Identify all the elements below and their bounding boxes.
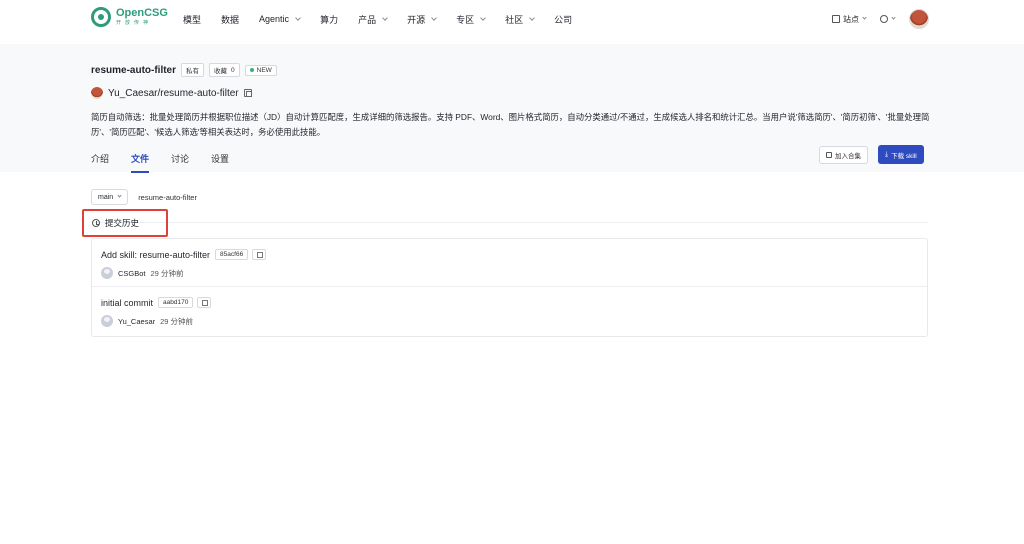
chevron-down-icon [529, 14, 535, 21]
tab-files[interactable]: 文件 [131, 152, 150, 173]
download-icon: ⤓ [885, 150, 889, 158]
chevron-down-icon [117, 193, 122, 198]
avatar [101, 267, 113, 279]
copy-icon[interactable] [243, 89, 252, 97]
favorite-count: 0 [231, 66, 235, 74]
commit-time: 29 分钟前 [160, 316, 194, 326]
add-to-collection-button[interactable]: 加入合集 [819, 146, 868, 164]
nav-item-agentic[interactable]: Agentic [259, 14, 301, 24]
breadcrumb[interactable]: resume-auto-filter [138, 193, 197, 202]
brand-name: OpenCSG [116, 7, 168, 19]
branch-row: main resume-auto-filter [91, 189, 197, 205]
owner-avatar [91, 87, 103, 99]
chevron-down-icon [382, 14, 388, 21]
visibility-badge: 私有 [181, 63, 205, 77]
commit-item: initial commit aabd170 Yu_Caesar 29 分钟前 [101, 297, 212, 327]
tab-settings[interactable]: 设置 [211, 152, 229, 172]
divider [92, 286, 927, 287]
repo-path: Yu_Caesar / resume-auto-filter [91, 87, 252, 99]
repo-title-row: resume-auto-filter 私有 收藏 0 NEW [91, 63, 277, 77]
commit-item: Add skill: resume-auto-filter 85acf66 CS… [101, 249, 267, 279]
chevron-down-icon [295, 14, 301, 21]
copy-sha-icon[interactable] [197, 297, 212, 308]
repo-tabs: 介绍 文件 讨论 设置 [91, 152, 251, 173]
chevron-down-icon [431, 14, 437, 21]
status-dot-icon [249, 68, 254, 72]
commit-list: Add skill: resume-auto-filter 85acf66 CS… [91, 238, 928, 337]
commit-author[interactable]: Yu_Caesar [118, 317, 155, 326]
brand-subtitle: 开放传神 [116, 20, 153, 26]
branch-select[interactable]: main [91, 189, 129, 205]
copy-sha-icon[interactable] [252, 249, 267, 260]
nav-item-models[interactable]: 模型 [183, 13, 201, 26]
commit-author[interactable]: CSGBot [118, 269, 146, 278]
commit-sha[interactable]: 85acf66 [215, 249, 249, 260]
add-collection-icon [826, 152, 832, 158]
commit-message[interactable]: initial commit [101, 298, 153, 308]
language-switch-button[interactable] [880, 15, 896, 23]
site-switch-button[interactable]: 站点 [832, 14, 867, 25]
commit-sha[interactable]: aabd170 [158, 297, 194, 308]
nav-item-zones[interactable]: 专区 [456, 13, 486, 26]
avatar [101, 315, 113, 327]
divider [91, 222, 928, 223]
owner-link[interactable]: Yu_Caesar [108, 88, 157, 99]
site-switch-icon [832, 15, 840, 23]
favorite-button[interactable]: 收藏 0 [209, 63, 240, 77]
nav-item-community[interactable]: 社区 [505, 13, 535, 26]
commit-time: 29 分钟前 [150, 268, 184, 278]
commit-history-label: 提交历史 [105, 218, 140, 228]
main-menu: 模型 数据 Agentic 算力 产品 开源 专区 社区 公司 [183, 0, 592, 38]
tab-discussion[interactable]: 讨论 [171, 152, 189, 172]
chevron-down-icon [891, 15, 896, 20]
new-badge: NEW [244, 64, 277, 76]
top-navigation: OpenCSG 开放传神 模型 数据 Agentic 算力 产品 开源 专区 社… [0, 0, 1024, 38]
repo-description: 简历自动筛选：批量处理简历并根据职位描述（JD）自动计算匹配度，生成详细的筛选报… [91, 112, 930, 137]
download-skill-button[interactable]: ⤓ 下载 skill [878, 145, 924, 164]
repo-title: resume-auto-filter [91, 64, 177, 76]
opencsg-logo[interactable]: OpenCSG 开放传神 [91, 7, 168, 27]
clock-icon [92, 219, 100, 227]
nav-item-products[interactable]: 产品 [358, 13, 388, 26]
user-avatar[interactable] [909, 9, 929, 29]
logo-icon [91, 7, 111, 27]
tab-intro[interactable]: 介绍 [91, 152, 109, 172]
nav-item-company[interactable]: 公司 [554, 13, 572, 26]
chevron-down-icon [862, 15, 867, 20]
nav-item-opensource[interactable]: 开源 [407, 13, 437, 26]
commit-message[interactable]: Add skill: resume-auto-filter [101, 250, 210, 260]
nav-item-datasets[interactable]: 数据 [221, 13, 239, 26]
commit-history-header: 提交历史 [82, 209, 168, 237]
chevron-down-icon [480, 14, 486, 21]
repo-path-name: resume-auto-filter [160, 87, 239, 99]
globe-icon [880, 15, 888, 23]
nav-item-compute[interactable]: 算力 [320, 13, 338, 26]
